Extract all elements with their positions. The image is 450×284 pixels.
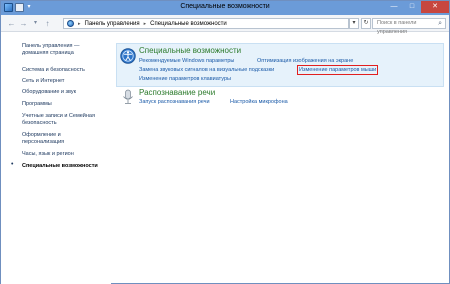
forward-button[interactable]: → [19, 19, 28, 28]
window-controls: — □ ✕ [385, 1, 449, 13]
link-start-speech-recognition[interactable]: Запуск распознавания речи [139, 99, 210, 105]
link-keyboard-settings[interactable]: Изменение параметров клавиатуры [139, 76, 231, 82]
close-button[interactable]: ✕ [421, 1, 449, 13]
navigation-bar: ← → ▾ ↑ ▸ Панель управления ▸ Специальны… [1, 15, 449, 35]
breadcrumb-control-panel[interactable]: Панель управления [85, 21, 140, 27]
sidebar-item-accessibility[interactable]: Специальные возможности [22, 163, 98, 170]
search-icon[interactable]: ⌕ [438, 19, 442, 28]
recent-pages-icon[interactable]: ▾ [31, 19, 40, 28]
category-title-accessibility[interactable]: Специальные возможности [139, 46, 241, 55]
window-title: Специальные возможности [180, 3, 270, 10]
main-content: Специальные возможности Рекомендуемые Wi… [111, 32, 449, 284]
category-title-speech[interactable]: Распознавание речи [139, 88, 215, 97]
refresh-icon[interactable]: ↻ [361, 18, 371, 29]
address-tools: ▾ ↻ [349, 18, 371, 29]
breadcrumb-separator-icon[interactable]: ▸ [78, 21, 81, 27]
maximize-button[interactable]: □ [403, 1, 421, 13]
accessibility-icon[interactable] [120, 48, 136, 64]
title-bar: ▾ Специальные возможности — □ ✕ [1, 1, 449, 15]
breadcrumb-accessibility[interactable]: Специальные возможности [150, 21, 227, 27]
link-recommended-settings[interactable]: Рекомендуемые Windows параметры [139, 58, 234, 64]
sidebar-item-appearance[interactable]: Оформление и персонализация [22, 132, 92, 146]
microphone-icon[interactable] [120, 89, 136, 105]
sidebar: Панель управления — домашняя страница Си… [1, 32, 111, 284]
sidebar-item-clock-language[interactable]: Часы, язык и регион [22, 151, 74, 158]
control-panel-icon [67, 20, 74, 27]
back-button[interactable]: ← [7, 19, 16, 28]
sidebar-home-link[interactable]: Панель управления — домашняя страница [22, 43, 102, 57]
link-microphone-setup[interactable]: Настройка микрофона [230, 99, 288, 105]
up-button[interactable]: ↑ [43, 19, 52, 28]
minimize-button[interactable]: — [385, 1, 403, 13]
link-mouse-settings[interactable]: Изменение параметров мыши [296, 65, 379, 75]
control-panel-window: ▾ Специальные возможности — □ ✕ ← → ▾ ↑ … [0, 0, 450, 284]
address-bar[interactable]: ▸ Панель управления ▸ Специальные возмож… [63, 18, 349, 29]
sidebar-item-network[interactable]: Сеть и Интернет [22, 78, 64, 85]
sidebar-item-programs[interactable]: Программы [22, 101, 52, 108]
breadcrumb-separator-icon[interactable]: ▸ [144, 21, 147, 27]
sidebar-item-hardware-sound[interactable]: Оборудование и звук [22, 89, 76, 96]
search-input[interactable]: Поиск в панели управления ⌕ [372, 18, 446, 35]
sidebar-item-user-accounts[interactable]: Учетные записи и Семейная безопасность [22, 113, 110, 127]
link-replace-sounds[interactable]: Замена звуковых сигналов на визуальные п… [139, 67, 274, 73]
address-dropdown-icon[interactable]: ▾ [349, 18, 359, 29]
current-item-bullet-icon: • [11, 161, 14, 168]
link-optimize-display[interactable]: Оптимизация изображения на экране [257, 58, 353, 64]
sidebar-item-system-security[interactable]: Система и безопасность [22, 67, 85, 74]
